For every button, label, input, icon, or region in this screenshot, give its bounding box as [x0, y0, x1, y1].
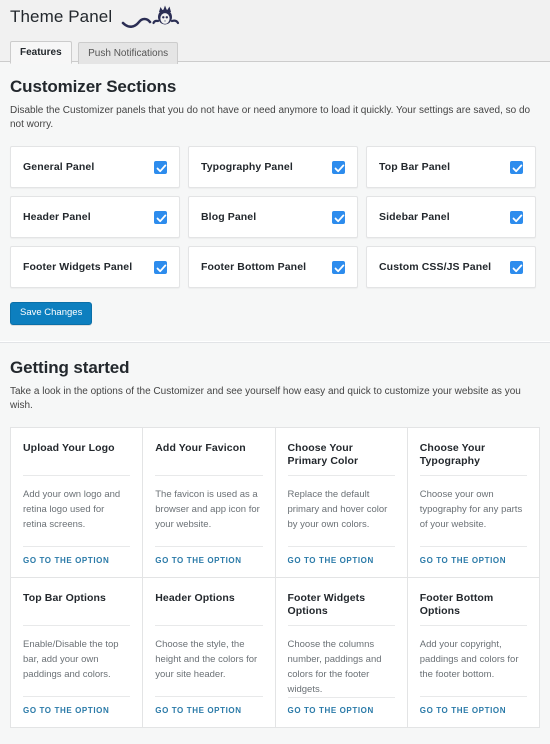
gs-go-to-option-link[interactable]: GO TO THE OPTION [420, 556, 527, 565]
customizer-sections-section: Customizer Sections Disable the Customiz… [0, 62, 550, 341]
tab-push-notifications[interactable]: Push Notifications [78, 42, 179, 64]
gs-card-body: Add your copyright, paddings and colors … [419, 639, 519, 680]
panel-card-typography[interactable]: Typography Panel [188, 146, 358, 188]
gs-card-footer-bottom-options: Footer Bottom Options Add your copyright… [407, 578, 540, 728]
panel-card-blog[interactable]: Blog Panel [188, 196, 358, 238]
gs-title-divider [155, 475, 263, 476]
gs-card-typography: Choose Your Typography Choose your own t… [407, 428, 540, 578]
gs-title-divider [23, 625, 131, 626]
page-title: Theme Panel [10, 7, 113, 26]
panel-checkbox[interactable] [332, 260, 345, 274]
tab-bar: Features Push Notifications [0, 40, 550, 64]
panel-card-top-bar[interactable]: Top Bar Panel [366, 146, 536, 188]
panel-card-footer-widgets[interactable]: Footer Widgets Panel [10, 246, 180, 288]
gs-link-divider [23, 546, 131, 547]
gs-go-to-option-link[interactable]: GO TO THE OPTION [288, 706, 395, 715]
panel-checkbox[interactable] [154, 210, 167, 224]
panel-label: Header Panel [23, 211, 91, 223]
gs-card-title: Footer Bottom Options [419, 592, 494, 617]
panel-toggle-grid: General Panel Typography Panel Top Bar P… [10, 146, 540, 288]
panel-card-footer-bottom[interactable]: Footer Bottom Panel [188, 246, 358, 288]
gs-link-divider [287, 696, 395, 697]
gs-title-divider [419, 475, 527, 476]
panel-card-custom-css-js[interactable]: Custom CSS/JS Panel [366, 246, 536, 288]
gs-link-divider [419, 696, 527, 697]
mascot-cat-icon [121, 4, 181, 37]
gs-go-to-option-link[interactable]: GO TO THE OPTION [288, 556, 395, 565]
gs-card-primary-color: Choose Your Primary Color Replace the de… [275, 428, 408, 578]
panel-label: Sidebar Panel [379, 211, 450, 223]
gs-go-to-option-link[interactable]: GO TO THE OPTION [23, 706, 130, 715]
gs-go-to-option-link[interactable]: GO TO THE OPTION [420, 706, 527, 715]
gs-card-body: Add your own logo and retina logo used f… [23, 489, 121, 530]
gs-card-title: Choose Your Primary Color [287, 442, 359, 467]
panel-label: Footer Widgets Panel [23, 261, 133, 273]
panel-card-general[interactable]: General Panel [10, 146, 180, 188]
gs-go-to-option-link[interactable]: GO TO THE OPTION [155, 556, 262, 565]
gs-title-divider [155, 625, 263, 626]
panel-checkbox[interactable] [510, 160, 523, 174]
gs-card-top-bar-options: Top Bar Options Enable/Disable the top b… [11, 578, 144, 728]
panel-checkbox[interactable] [154, 260, 167, 274]
gs-card-body: Replace the default primary and hover co… [287, 489, 388, 530]
gs-card-body: Choose your own typography for any parts… [419, 489, 523, 530]
panel-label: Blog Panel [201, 211, 257, 223]
panel-checkbox[interactable] [510, 210, 523, 224]
gs-card-body: Enable/Disable the top bar, add your own… [23, 639, 119, 680]
panel-checkbox[interactable] [332, 160, 345, 174]
panel-label: Custom CSS/JS Panel [379, 261, 492, 273]
gs-card-title: Choose Your Typography [419, 442, 486, 467]
gs-card-footer-widgets-options: Footer Widgets Options Choose the column… [275, 578, 408, 728]
gs-go-to-option-link[interactable]: GO TO THE OPTION [155, 706, 262, 715]
panel-card-sidebar[interactable]: Sidebar Panel [366, 196, 536, 238]
page-header: Theme Panel [0, 0, 550, 40]
gs-link-divider [155, 546, 263, 547]
theme-panel-page: Theme Panel Features Push Notifications … [0, 0, 550, 744]
gs-title-divider [23, 475, 131, 476]
getting-started-section: Getting started Take a look in the optio… [0, 343, 550, 744]
getting-started-description: Take a look in the options of the Custom… [10, 386, 521, 411]
gs-card-title: Upload Your Logo [23, 442, 115, 454]
panel-checkbox[interactable] [332, 210, 345, 224]
panel-checkbox[interactable] [154, 160, 167, 174]
customizer-sections-description: Disable the Customizer panels that you d… [10, 105, 531, 130]
gs-link-divider [419, 546, 527, 547]
getting-started-heading: Getting started [10, 358, 130, 377]
gs-card-body: The favicon is used as a browser and app… [155, 489, 260, 530]
gs-card-body: Choose the columns number, paddings and … [287, 638, 382, 695]
panel-checkbox[interactable] [510, 260, 523, 274]
gs-link-divider [23, 696, 131, 697]
save-changes-button[interactable]: Save Changes [10, 302, 93, 325]
panel-label: Top Bar Panel [379, 161, 451, 173]
panel-label: Footer Bottom Panel [201, 261, 307, 273]
gs-card-upload-logo: Upload Your Logo Add your own logo and r… [11, 428, 144, 578]
getting-started-grid: Upload Your Logo Add your own logo and r… [10, 427, 540, 728]
gs-title-divider [287, 625, 395, 626]
panel-label: General Panel [23, 161, 95, 173]
gs-card-title: Top Bar Options [23, 592, 106, 604]
gs-link-divider [155, 696, 263, 697]
gs-card-add-favicon: Add Your Favicon The favicon is used as … [143, 428, 276, 578]
customizer-sections-heading: Customizer Sections [10, 77, 177, 96]
gs-card-title: Header Options [155, 592, 235, 604]
panel-label: Typography Panel [201, 161, 293, 173]
gs-link-divider [287, 546, 395, 547]
gs-card-title: Footer Widgets Options [287, 592, 366, 617]
gs-card-title: Add Your Favicon [155, 442, 246, 454]
gs-go-to-option-link[interactable]: GO TO THE OPTION [23, 556, 130, 565]
panel-card-header[interactable]: Header Panel [10, 196, 180, 238]
gs-card-body: Choose the style, the height and the col… [155, 639, 258, 680]
tab-features[interactable]: Features [10, 41, 72, 64]
gs-card-header-options: Header Options Choose the style, the hei… [143, 578, 276, 728]
gs-title-divider [287, 475, 395, 476]
gs-title-divider [419, 625, 527, 626]
